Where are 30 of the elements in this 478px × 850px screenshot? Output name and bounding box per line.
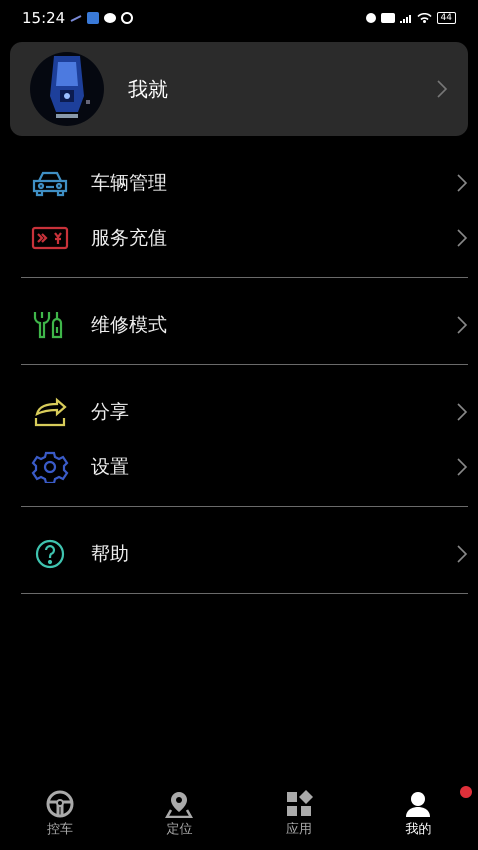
menu-item[interactable]: 服务充值 — [21, 210, 468, 265]
chevron-right-icon — [456, 314, 468, 334]
message-icon — [104, 13, 116, 23]
menu-item[interactable]: 设置 — [21, 439, 468, 494]
chevron-right-icon — [456, 402, 468, 422]
tab-item[interactable]: 定位 — [120, 790, 239, 846]
battery-level: 44 — [436, 12, 456, 24]
chevron-right-icon — [456, 544, 468, 564]
profile-name: 我就 — [128, 76, 169, 102]
tab-item[interactable]: 我的 — [358, 790, 478, 846]
steering-wheel-icon — [46, 790, 74, 818]
tab-item[interactable]: 控车 — [0, 790, 120, 846]
app-notification-icon — [87, 12, 100, 24]
apps-icon — [284, 790, 313, 818]
chevron-right-icon — [456, 456, 468, 476]
person-icon — [404, 790, 432, 818]
menu-item[interactable]: 帮助 — [21, 526, 468, 581]
chevron-right-icon — [436, 79, 448, 99]
wifi-icon — [416, 13, 432, 23]
profile-card[interactable]: 我就 — [10, 42, 468, 136]
menu-item[interactable]: 车辆管理 — [21, 155, 468, 210]
signal-icon — [400, 13, 412, 23]
status-time: 15:24 — [22, 9, 66, 27]
tab-item[interactable]: 应用 — [239, 790, 358, 846]
menu-item[interactable]: 分享 — [21, 384, 468, 439]
chevron-right-icon — [456, 172, 468, 192]
location-pin-icon — [165, 790, 194, 818]
chevron-right-icon — [456, 228, 468, 248]
menu-item[interactable]: 维修模式 — [21, 297, 468, 352]
app-notification-icon — [70, 14, 82, 22]
